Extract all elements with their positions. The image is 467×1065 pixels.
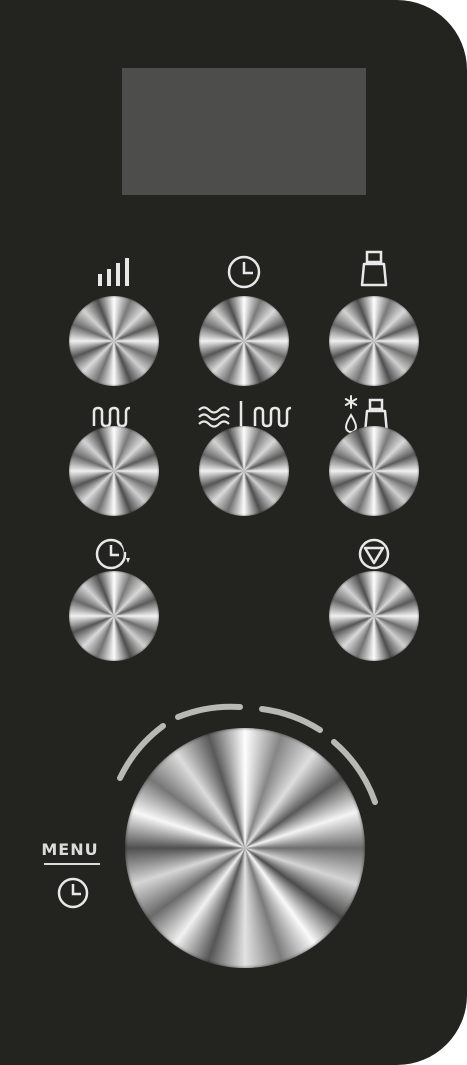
main-dial[interactable]	[125, 728, 365, 968]
menu-divider	[44, 863, 100, 865]
menu-clock-icon	[56, 876, 90, 910]
microwave-control-panel: MENU	[0, 0, 467, 1065]
menu-label: MENU	[41, 840, 99, 859]
